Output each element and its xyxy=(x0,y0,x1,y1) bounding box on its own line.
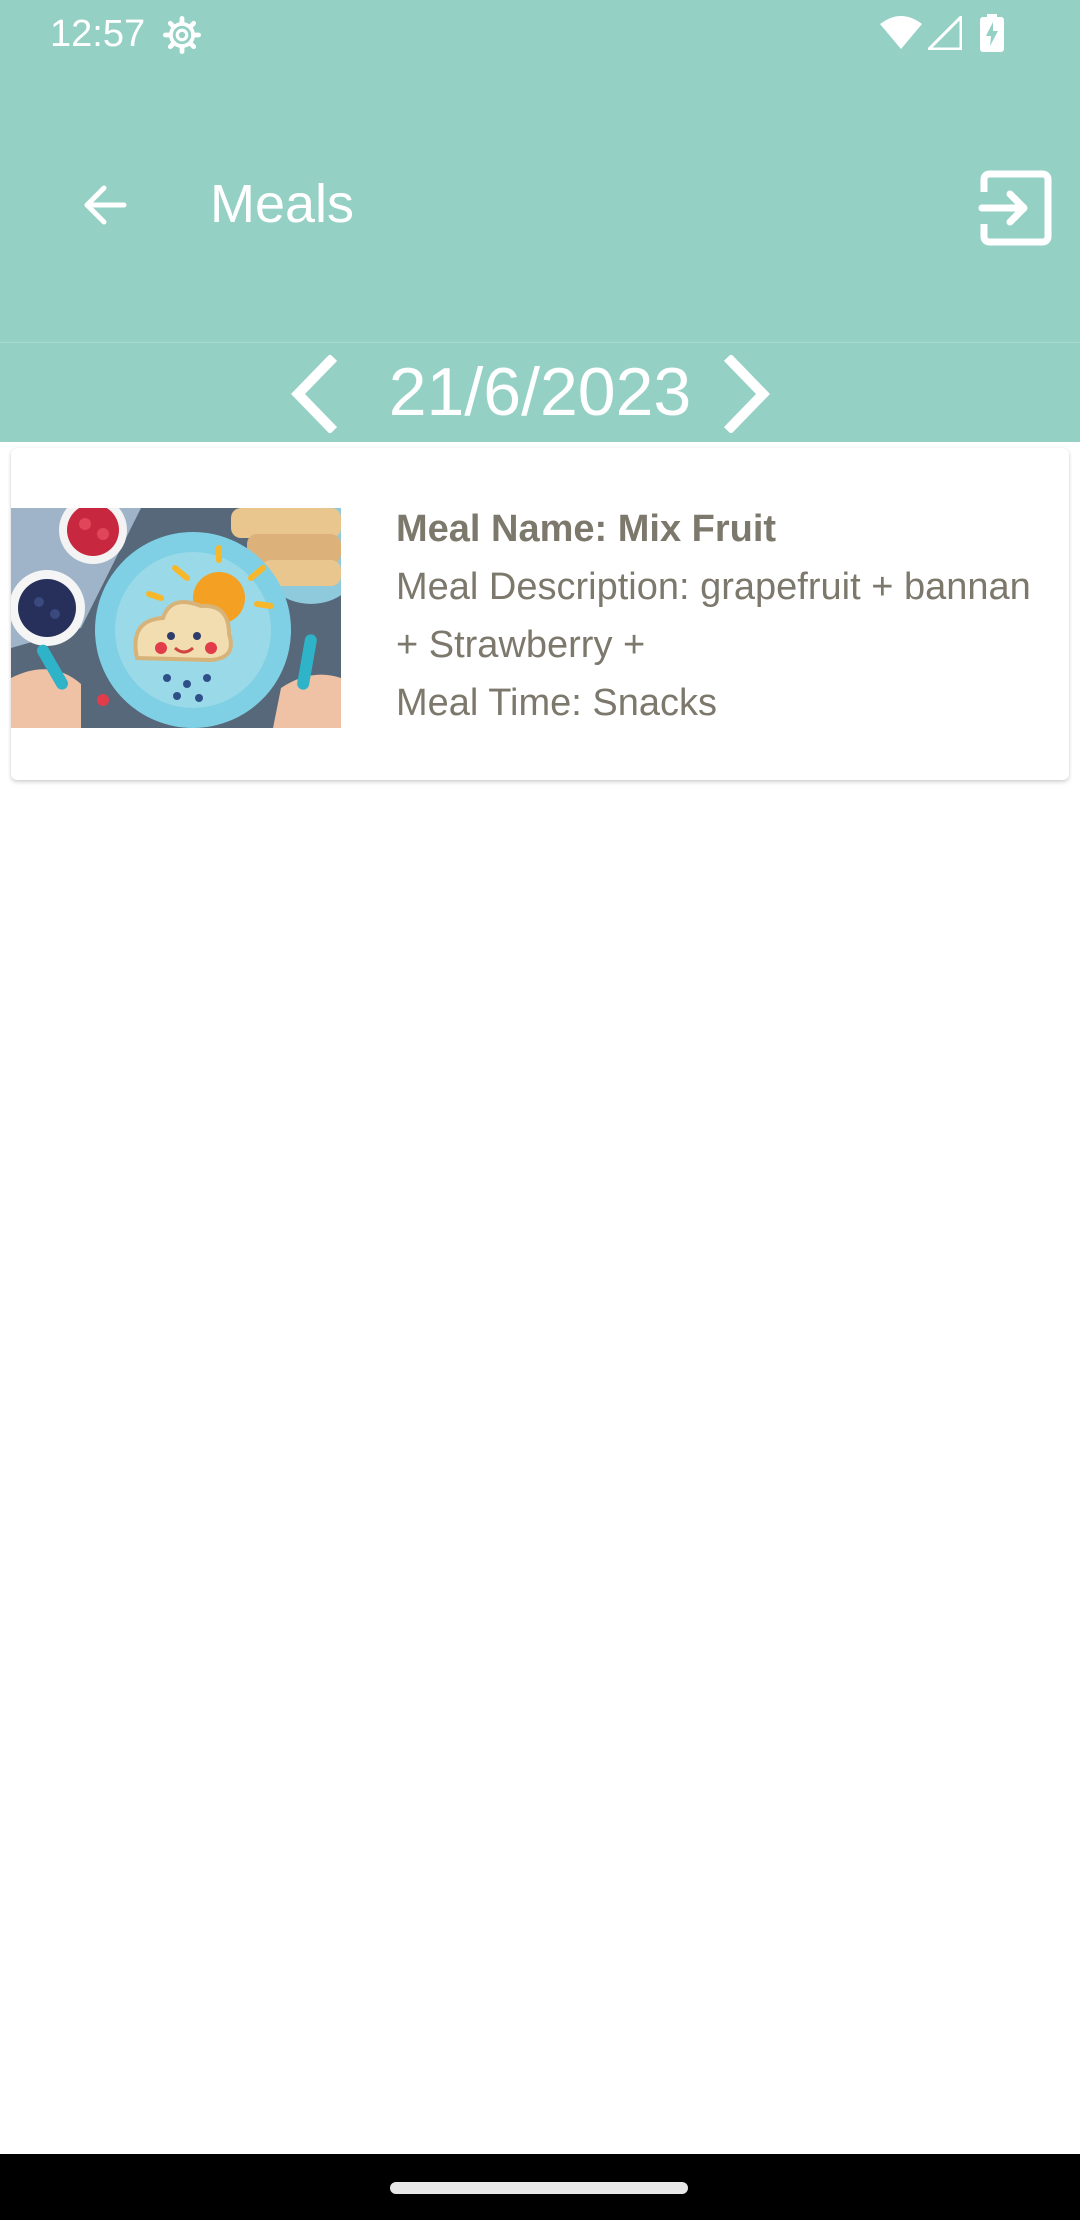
meal-name: Meal Name: Mix Fruit xyxy=(396,508,777,550)
meal-description: Meal Description: grapefruit + bannan + … xyxy=(396,566,1031,666)
meal-photo xyxy=(11,508,341,728)
settings-gear-icon xyxy=(163,16,201,54)
wifi-icon xyxy=(880,16,922,49)
meal-card[interactable]: Meal Name: Mix Fruit Meal Description: g… xyxy=(11,448,1069,780)
exit-to-app-icon xyxy=(978,170,1052,246)
back-button[interactable] xyxy=(66,170,146,240)
home-gesture-handle[interactable] xyxy=(390,2182,688,2194)
status-bar: 12:57 xyxy=(0,0,1080,68)
system-navigation-bar xyxy=(0,2154,1080,2220)
logout-button[interactable] xyxy=(976,168,1056,248)
page-title: Meals xyxy=(210,174,355,234)
arrow-back-icon xyxy=(84,185,127,225)
current-date: 21/6/2023 xyxy=(388,354,692,430)
chevron-right-icon xyxy=(723,353,770,435)
header: 12:57 Meals 21/6/2023 xyxy=(0,0,1080,442)
chevron-left-icon xyxy=(291,353,338,435)
meals-screen: 12:57 Meals 21/6/2023 Meal Name: Mix Fru… xyxy=(0,0,1080,2220)
battery-charging-icon xyxy=(980,14,1004,52)
meal-photo-illustration xyxy=(11,508,341,728)
meal-details: Meal Name: Mix Fruit Meal Description: g… xyxy=(396,500,1036,732)
status-time: 12:57 xyxy=(50,13,146,55)
previous-date-button[interactable] xyxy=(284,353,344,435)
date-navigator: 21/6/2023 xyxy=(0,343,1080,442)
next-date-button[interactable] xyxy=(717,353,777,435)
meal-time: Meal Time: Snacks xyxy=(396,682,717,724)
cell-signal-icon xyxy=(928,16,962,50)
toolbar: Meals xyxy=(0,68,1080,342)
